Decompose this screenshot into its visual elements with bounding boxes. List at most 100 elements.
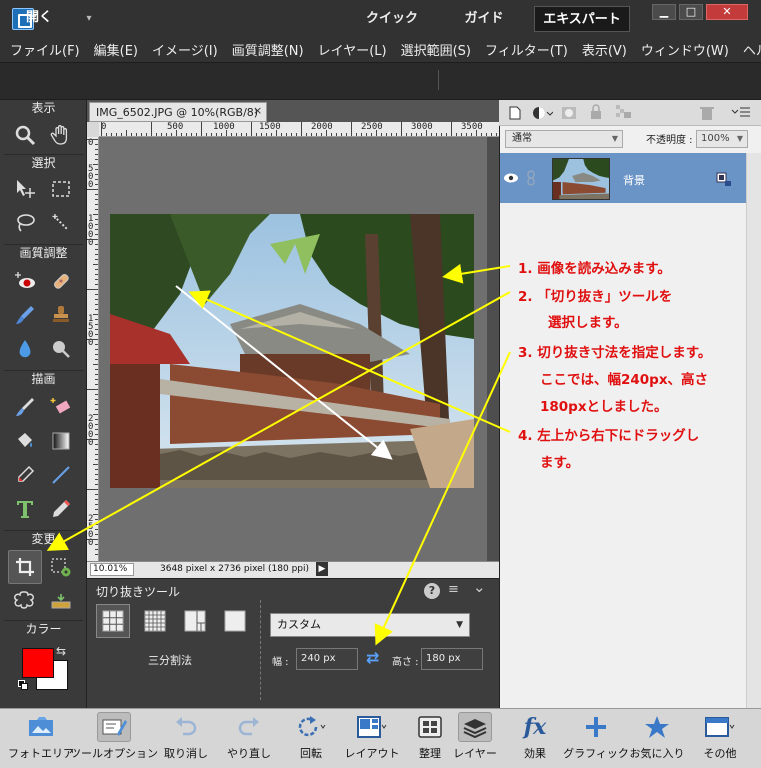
overlay-golden-ratio[interactable] [178, 604, 212, 638]
overlay-label: 三分割法 [148, 654, 192, 667]
ruler-tick [95, 249, 98, 250]
zoom-level-field[interactable]: 10.01% [90, 563, 134, 576]
opacity-input[interactable]: 100% ▼ [696, 130, 748, 148]
overlay-rule-of-thirds[interactable] [96, 604, 130, 638]
blur-tool-icon[interactable] [8, 332, 42, 366]
crop-tool-icon[interactable] [8, 550, 42, 584]
layer-name[interactable]: 背景 [623, 172, 645, 188]
gradient-tool-icon[interactable] [44, 424, 78, 458]
marquee-tool-icon[interactable] [44, 172, 78, 206]
magic-wand-tool-icon[interactable] [44, 206, 78, 240]
close-button[interactable]: ✕ [706, 4, 748, 20]
panel-menu-icon[interactable]: ≡ [448, 582, 459, 597]
ruler-tick [95, 174, 98, 175]
foreground-color-swatch[interactable] [22, 648, 54, 678]
dock-more[interactable]: その他 [692, 708, 748, 768]
width-input[interactable]: 240 px [296, 648, 358, 670]
collapse-icon[interactable]: ⌄ [473, 578, 486, 596]
swap-colors-icon[interactable]: ⇆ [56, 644, 66, 658]
eraser-tool-icon[interactable] [44, 390, 78, 424]
layer-thumbnail[interactable] [552, 158, 610, 200]
paint-bucket-tool-icon[interactable] [8, 424, 42, 458]
move-tool-icon[interactable] [8, 172, 42, 206]
line-tool-icon[interactable] [44, 458, 78, 492]
menu-layer[interactable]: レイヤー(L) [318, 40, 387, 59]
dock-graphics[interactable]: グラフィック [563, 708, 629, 768]
adjustment-layer-icon[interactable] [531, 105, 553, 121]
blend-mode-select[interactable]: 通常 ▼ [505, 130, 623, 148]
overlay-grid[interactable] [138, 604, 172, 638]
document-tab[interactable]: IMG_6502.JPG @ 10%(RGB/8) [89, 102, 267, 122]
dock-layout[interactable]: レイアウト [342, 708, 402, 768]
tab-expert[interactable]: エキスパート [534, 6, 630, 32]
menu-file[interactable]: ファイル(F) [10, 40, 80, 59]
dock-tool-options[interactable]: ツールオプション [70, 708, 158, 768]
clone-stamp-tool-icon[interactable] [44, 298, 78, 332]
dock-photo-bin[interactable]: フォトエリア [6, 708, 76, 768]
recompose-tool-icon[interactable] [44, 550, 78, 584]
ruler-origin[interactable] [87, 122, 99, 137]
hand-tool-icon[interactable] [44, 118, 78, 152]
dock-favorites[interactable]: お気に入り [628, 708, 686, 768]
ruler-tick [431, 133, 432, 136]
open-button[interactable]: 開く ▾ [10, 7, 94, 29]
dock-redo[interactable]: やり直し [220, 708, 278, 768]
type-tool-icon[interactable] [8, 492, 42, 526]
status-menu-icon[interactable]: ▶ [316, 562, 328, 576]
photo-image[interactable] [110, 214, 474, 488]
ruler-tick [95, 444, 98, 445]
panel-options-icon[interactable] [731, 106, 751, 120]
dock-effects[interactable]: fx 効果 [512, 708, 558, 768]
ruler-tick [95, 454, 98, 455]
menu-image[interactable]: イメージ(I) [152, 40, 218, 59]
menu-filter[interactable]: フィルター(T) [485, 40, 568, 59]
tab-guide[interactable]: ガイド [444, 6, 524, 32]
ruler-tick [276, 130, 277, 136]
dock-organizer[interactable]: 整理 [410, 708, 450, 768]
vertical-scrollbar[interactable] [487, 137, 499, 561]
cookie-cutter-tool-icon[interactable] [8, 584, 42, 618]
menu-edit[interactable]: 編集(E) [94, 40, 138, 59]
dock-undo[interactable]: 取り消し [156, 708, 216, 768]
spot-healing-brush-icon[interactable] [44, 264, 78, 298]
lock-icon[interactable] [589, 104, 603, 120]
straighten-tool-icon[interactable] [44, 584, 78, 618]
menu-help[interactable]: ヘルプ( [743, 40, 761, 59]
overlay-none[interactable] [218, 604, 252, 638]
menu-enhance[interactable]: 画質調整(N) [232, 40, 304, 59]
default-colors-icon[interactable] [18, 680, 28, 690]
eye-icon[interactable] [503, 172, 519, 184]
layer-mask-icon[interactable] [561, 105, 577, 121]
annotation-step-3: 3. 切り抜き寸法を指定します。 [518, 345, 712, 361]
lasso-tool-icon[interactable] [8, 206, 42, 240]
help-icon[interactable]: ? [424, 583, 440, 599]
ruler-tick [95, 469, 98, 470]
smart-brush-tool-icon[interactable] [8, 298, 42, 332]
lock-transparent-icon[interactable] [615, 104, 633, 120]
dock-layers[interactable]: レイヤー [452, 708, 498, 768]
trash-icon[interactable] [699, 104, 715, 122]
dock-rotate[interactable]: 回転 [284, 708, 338, 768]
eyedropper-tool-icon[interactable] [8, 458, 42, 492]
rotate-icon [294, 712, 328, 742]
height-input[interactable]: 180 px [421, 648, 483, 670]
red-eye-tool-icon[interactable] [8, 264, 42, 298]
tab-quick[interactable]: クイック [356, 6, 428, 32]
open-dropdown-icon[interactable]: ▾ [87, 13, 92, 24]
pencil-tool-icon[interactable] [44, 492, 78, 526]
minimize-button[interactable]: ▁ [652, 4, 676, 20]
sponge-tool-icon[interactable] [44, 332, 78, 366]
zoom-tool-icon[interactable] [8, 118, 42, 152]
maximize-button[interactable]: □ [679, 4, 703, 20]
menu-view[interactable]: 表示(V) [582, 40, 627, 59]
swap-dimensions-icon[interactable]: ⇄ [366, 648, 379, 667]
ruler-tick [95, 209, 98, 210]
document-tab-close-icon[interactable]: × [253, 104, 265, 118]
layers-scrollbar[interactable] [746, 153, 761, 708]
brush-tool-icon[interactable] [8, 390, 42, 424]
menu-window[interactable]: ウィンドウ(W) [641, 40, 729, 59]
new-layer-icon[interactable] [507, 105, 523, 121]
menu-select[interactable]: 選択範囲(S) [401, 40, 471, 59]
link-icon[interactable] [526, 170, 536, 186]
crop-preset-select[interactable]: カスタム ▼ [270, 613, 470, 637]
